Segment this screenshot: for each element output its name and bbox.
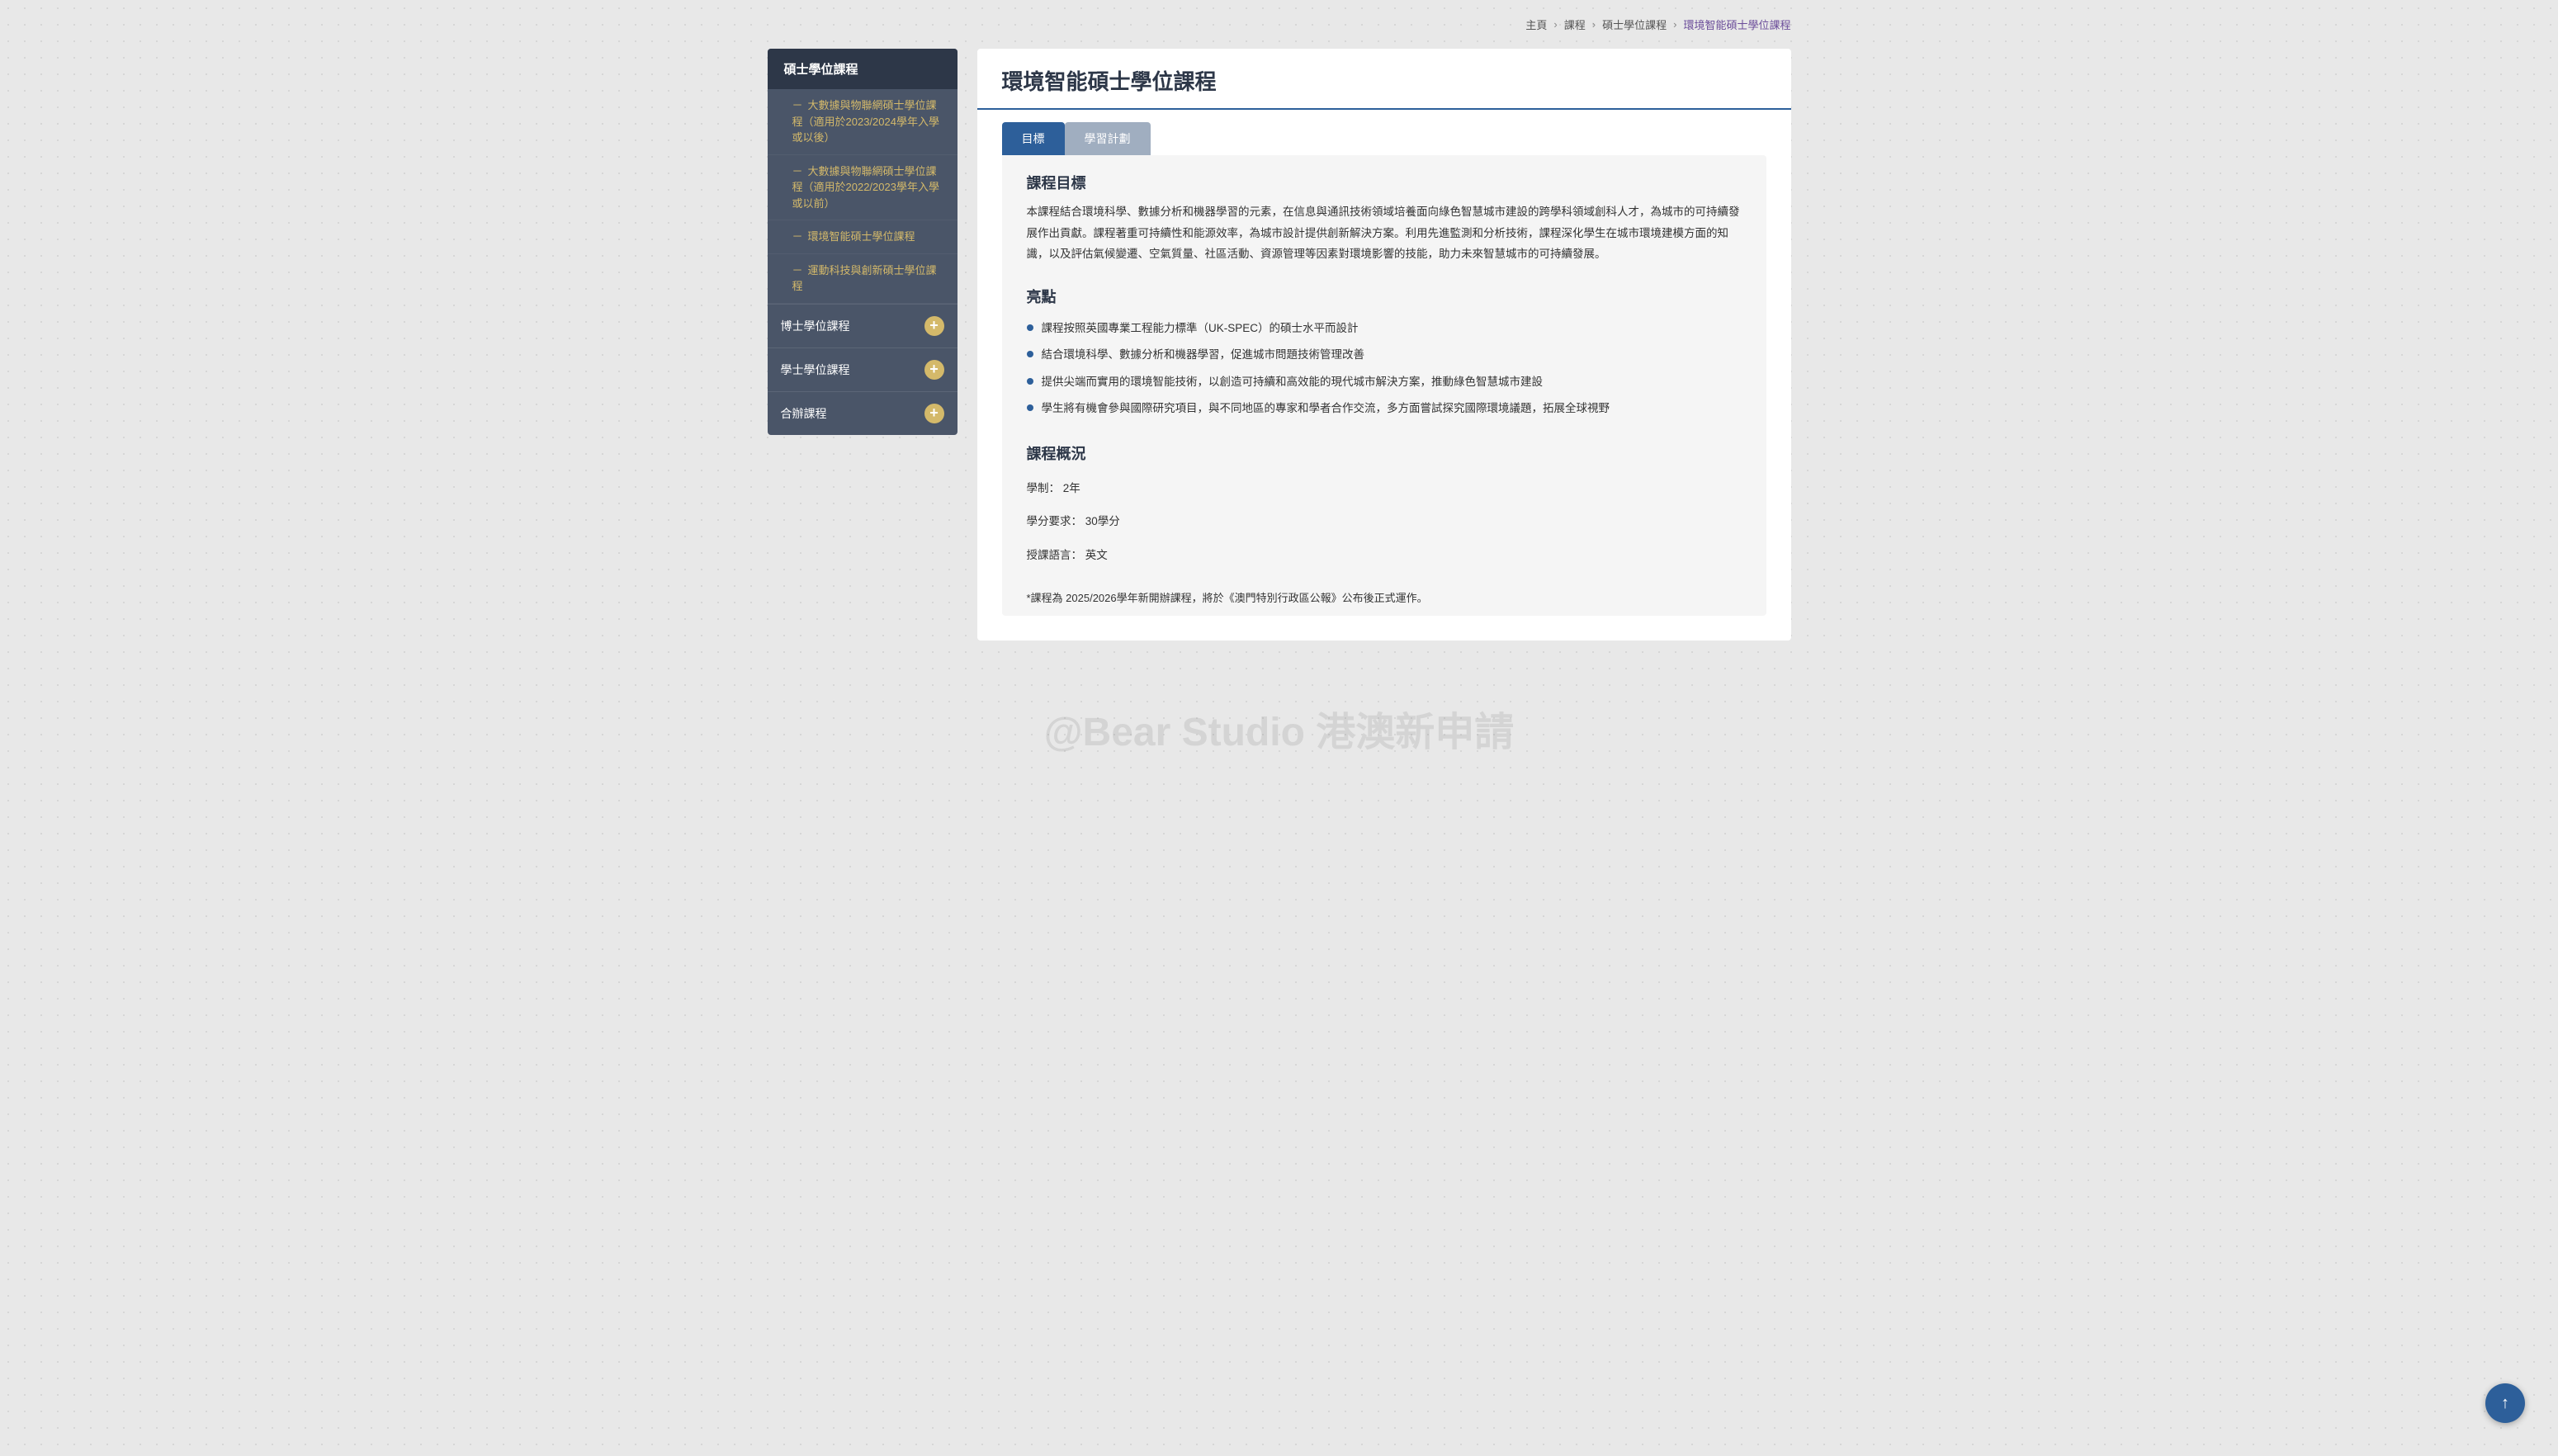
credits-item: 學分要求： 30學分 — [1027, 505, 1742, 538]
duration-item: 學制： 2年 — [1027, 472, 1742, 505]
sidebar-item-env-intelligence[interactable]: －環境智能碩士學位課程 — [768, 220, 957, 254]
tab-objective[interactable]: 目標 — [1002, 122, 1065, 155]
tab-content: 課程目標 本課程結合環境科學、數據分析和機器學習的元素，在信息與通訊技術領域培養… — [1002, 155, 1766, 616]
sidebar: 碩士學位課程 －大數據與物聯網碩士學位課程（適用於2023/2024學年入學或以… — [768, 49, 957, 435]
course-objective-title: 課程目標 — [1027, 155, 1742, 201]
language-item: 授課語言： 英文 — [1027, 539, 1742, 572]
watermark: @Bear Studio 港澳新申請 — [1044, 699, 1515, 757]
duration-value: 2年 — [1063, 482, 1080, 494]
credits-value: 30學分 — [1085, 515, 1120, 527]
bullet-dot — [1027, 378, 1033, 385]
sidebar-item-bachelor[interactable]: 學士學位課程 + — [768, 347, 957, 391]
breadcrumb-courses[interactable]: 課程 — [1564, 17, 1586, 32]
breadcrumb-home[interactable]: 主頁 — [1525, 17, 1547, 32]
sidebar-item-phd[interactable]: 博士學位課程 + — [768, 304, 957, 347]
back-to-top-button[interactable]: ↑ — [2485, 1383, 2525, 1423]
language-label: 授課語言： — [1027, 549, 1083, 561]
list-item: 學生將有機會參與國際研究項目，與不同地區的專家和學者合作交流，多方面嘗試探究國際… — [1027, 395, 1742, 422]
main-content: 環境智能碩士學位課程 目標 學習計劃 課程目標 本課程結合環境科學、數據分析和機… — [977, 49, 1791, 641]
language-value: 英文 — [1085, 549, 1108, 561]
breadcrumb-sep2: › — [1592, 18, 1596, 31]
main-layout: 碩士學位課程 －大數據與物聯網碩士學位課程（適用於2023/2024學年入學或以… — [768, 49, 1791, 641]
bullet-dot — [1027, 351, 1033, 357]
highlights-list: 課程按照英國專業工程能力標準（UK-SPEC）的碩士水平而設計 結合環境科學、數… — [1027, 315, 1742, 430]
breadcrumb: 主頁 › 課程 › 碩士學位課程 › 環境智能碩士學位課程 — [768, 17, 1791, 32]
tabs: 目標 學習計劃 — [977, 122, 1791, 155]
list-item: 課程按照英國專業工程能力標準（UK-SPEC）的碩士水平而設計 — [1027, 315, 1742, 342]
bullet-dot — [1027, 324, 1033, 331]
breadcrumb-sep1: › — [1553, 18, 1557, 31]
breadcrumb-current: 環境智能碩士學位課程 — [1683, 17, 1790, 32]
highlights-title: 亮點 — [1027, 277, 1742, 315]
list-item: 結合環境科學、數據分析和機器學習，促進城市問題技術管理改善 — [1027, 342, 1742, 368]
sidebar-item-joint[interactable]: 合辦課程 + — [768, 391, 957, 435]
sidebar-item-bigdata-2022[interactable]: －大數據與物聯網碩士學位課程（適用於2022/2023學年入學或以前） — [768, 155, 957, 221]
sidebar-item-bigdata-2023[interactable]: －大數據與物聯網碩士學位課程（適用於2023/2024學年入學或以後） — [768, 89, 957, 155]
tab-study-plan[interactable]: 學習計劃 — [1065, 122, 1151, 155]
sidebar-header: 碩士學位課程 — [768, 49, 957, 89]
breadcrumb-sep3: › — [1673, 18, 1676, 31]
phd-expand-icon[interactable]: + — [924, 316, 944, 336]
page-title: 環境智能碩士學位課程 — [977, 49, 1791, 110]
sidebar-item-sports-tech[interactable]: －運動科技與創新碩士學位課程 — [768, 254, 957, 304]
bullet-dot — [1027, 404, 1033, 411]
joint-expand-icon[interactable]: + — [924, 404, 944, 423]
note-text: *課程為 2025/2026學年新開辦課程，將於《澳門特別行政區公報》公布後正式… — [1027, 572, 1742, 616]
sidebar-masters-section: －大數據與物聯網碩士學位課程（適用於2023/2024學年入學或以後） －大數據… — [768, 89, 957, 304]
list-item: 提供尖端而實用的環境智能技術，以創造可持續和高效能的現代城市解決方案，推動綠色智… — [1027, 369, 1742, 395]
overview-title: 課程概況 — [1027, 430, 1742, 472]
bachelor-expand-icon[interactable]: + — [924, 360, 944, 380]
duration-label: 學制： — [1027, 482, 1061, 494]
breadcrumb-masters[interactable]: 碩士學位課程 — [1602, 17, 1667, 32]
credits-label: 學分要求： — [1027, 515, 1083, 527]
course-objective-text: 本課程結合環境科學、數據分析和機器學習的元素，在信息與通訊技術領域培養面向綠色智… — [1027, 201, 1742, 277]
